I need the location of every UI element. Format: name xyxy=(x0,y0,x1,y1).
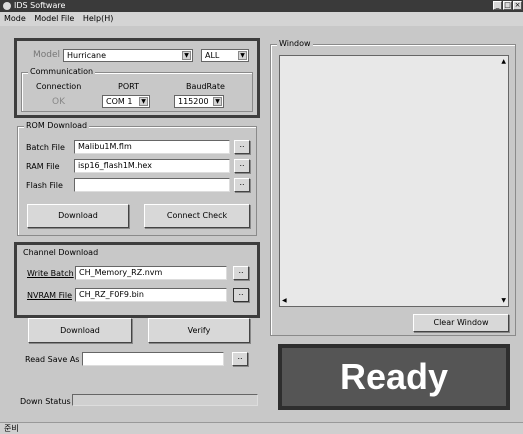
rom-download-title: ROM Download xyxy=(24,121,90,130)
menu-model-file[interactable]: Model File xyxy=(34,14,74,23)
write-batch-label: Write Batch xyxy=(27,269,74,278)
scroll-down-icon[interactable]: ▼ xyxy=(501,297,506,304)
chevron-down-icon: ▼ xyxy=(182,51,191,60)
connection-status: OK xyxy=(52,97,65,107)
channel-download-title: Channel Download xyxy=(23,248,99,257)
port-select[interactable]: COM 1 ▼ xyxy=(102,95,150,108)
model-filter-value: ALL xyxy=(205,51,220,60)
ready-indicator: Ready xyxy=(278,344,510,410)
ram-file-label: RAM File xyxy=(26,162,60,171)
nvram-file-browse-button[interactable]: .. xyxy=(233,288,249,302)
baudrate-select[interactable]: 115200 ▼ xyxy=(174,95,224,108)
flash-file-input[interactable] xyxy=(74,178,230,192)
model-communication-panel: Model Hurricane ▼ ALL ▼ Communication Co… xyxy=(14,38,260,118)
batch-file-input[interactable]: Malibu1M.flm xyxy=(74,140,230,154)
verify-button[interactable]: Verify xyxy=(148,318,250,343)
batch-file-label: Batch File xyxy=(26,143,65,152)
output-window[interactable]: ▲ ▼ ◀ xyxy=(279,55,509,307)
window-group-title: Window xyxy=(277,39,313,48)
connection-label: Connection xyxy=(36,82,82,91)
status-text: 준비 xyxy=(4,424,19,433)
title-bar: IDS Software _ □ × xyxy=(0,0,523,12)
read-save-as-label: Read Save As xyxy=(25,355,80,364)
nvram-file-label: NVRAM File xyxy=(27,291,72,300)
app-icon xyxy=(3,2,11,10)
window-title: IDS Software xyxy=(14,1,66,10)
baudrate-label: BaudRate xyxy=(186,82,225,91)
menu-help[interactable]: Help(H) xyxy=(83,14,114,23)
channel-download-button[interactable]: Download xyxy=(28,318,132,343)
scroll-up-icon[interactable]: ▲ xyxy=(501,58,506,65)
channel-download-panel: Channel Download Write Batch CH_Memory_R… xyxy=(14,242,260,318)
batch-file-browse-button[interactable]: .. xyxy=(234,140,250,154)
model-filter-select[interactable]: ALL ▼ xyxy=(201,49,249,62)
menu-mode[interactable]: Mode xyxy=(4,14,26,23)
port-select-value: COM 1 xyxy=(106,97,133,106)
menu-bar: Mode Model File Help(H) xyxy=(0,12,523,26)
close-button[interactable]: × xyxy=(513,1,522,10)
read-save-as-input[interactable] xyxy=(82,352,224,366)
clear-window-button[interactable]: Clear Window xyxy=(413,314,509,332)
rom-download-button[interactable]: Download xyxy=(27,204,129,228)
port-label: PORT xyxy=(118,82,139,91)
maximize-button[interactable]: □ xyxy=(503,1,512,10)
model-select-value: Hurricane xyxy=(67,51,107,60)
communication-group: Communication Connection OK PORT COM 1 ▼… xyxy=(21,67,253,112)
down-status-bar xyxy=(72,394,258,406)
baudrate-select-value: 115200 xyxy=(178,97,209,106)
read-save-as-browse-button[interactable]: .. xyxy=(232,352,248,366)
ram-file-input[interactable]: isp16_flash1M.hex xyxy=(74,159,230,173)
status-bar: 준비 xyxy=(0,422,523,434)
model-select[interactable]: Hurricane ▼ xyxy=(63,49,193,62)
down-status-label: Down Status xyxy=(20,397,71,406)
connect-check-button[interactable]: Connect Check xyxy=(144,204,250,228)
flash-file-browse-button[interactable]: .. xyxy=(234,178,250,192)
scroll-left-icon[interactable]: ◀ xyxy=(282,297,287,304)
write-batch-input[interactable]: CH_Memory_RZ.nvm xyxy=(75,266,227,280)
minimize-button[interactable]: _ xyxy=(493,1,502,10)
flash-file-label: Flash File xyxy=(26,181,63,190)
chevron-down-icon: ▼ xyxy=(139,97,148,106)
chevron-down-icon: ▼ xyxy=(238,51,247,60)
chevron-down-icon: ▼ xyxy=(213,97,222,106)
rom-download-group: ROM Download Batch File Malibu1M.flm .. … xyxy=(17,121,257,236)
nvram-file-input[interactable]: CH_RZ_F0F9.bin xyxy=(75,288,227,302)
model-label: Model xyxy=(33,50,61,60)
ram-file-browse-button[interactable]: .. xyxy=(234,159,250,173)
write-batch-browse-button[interactable]: .. xyxy=(233,266,249,280)
communication-title: Communication xyxy=(28,67,96,76)
window-group: Window ▲ ▼ ◀ Clear Window xyxy=(270,39,516,336)
